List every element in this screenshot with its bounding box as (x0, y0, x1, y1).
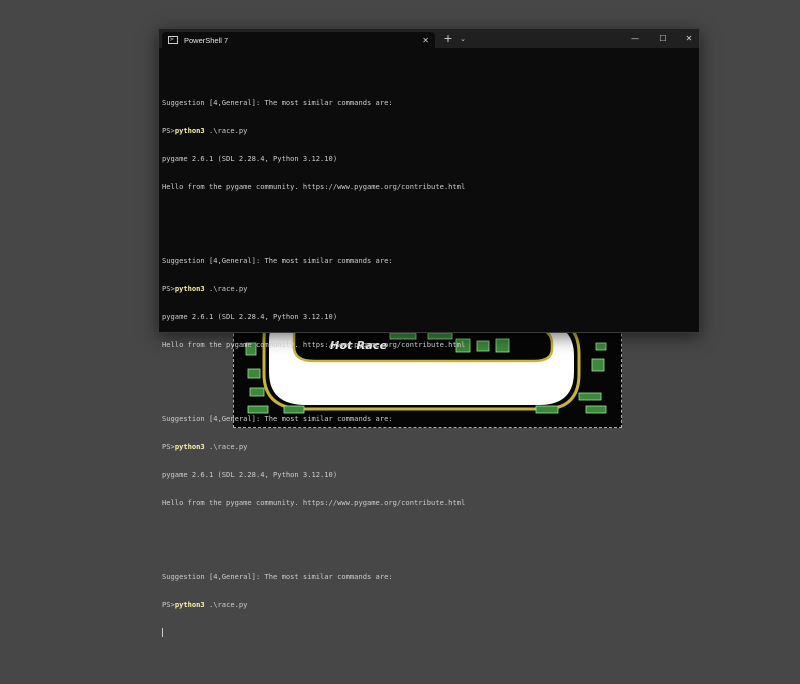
output-block: Suggestion [4,General]: The most similar… (162, 554, 695, 656)
minimize-button[interactable]: — (623, 29, 647, 48)
title-bar[interactable]: > PowerShell 7 ✕ + ⌄ — ☐ ✕ (159, 29, 699, 48)
tab-dropdown-button[interactable]: ⌄ (457, 32, 469, 46)
terminal-window[interactable]: > PowerShell 7 ✕ + ⌄ — ☐ ✕ Suggestion [4… (158, 28, 700, 638)
suggestion-line: Suggestion [4,General]: The most similar… (162, 98, 393, 108)
suggestion-line: Suggestion [4,General]: The most similar… (162, 256, 393, 266)
command-args: .\race.py (204, 600, 248, 610)
command: python3 (174, 126, 205, 136)
prompt-line: PS>python3 .\race.py (162, 600, 695, 609)
prompt: PS> (162, 600, 175, 610)
text-cursor (162, 628, 163, 638)
prompt-line: PS>python3 .\race.py (162, 442, 695, 451)
tab-powershell[interactable]: > PowerShell 7 ✕ (162, 32, 435, 48)
powershell-icon: > (168, 36, 178, 44)
command: python3 (174, 600, 205, 610)
prompt: PS> (162, 126, 175, 136)
maximize-button[interactable]: ☐ (651, 29, 675, 48)
suggestion-line: Suggestion [4,General]: The most similar… (162, 414, 393, 424)
output-line: Hello from the pygame community. https:/… (162, 181, 466, 191)
output-block: Suggestion [4,General]: The most similar… (162, 80, 695, 210)
output-block: Suggestion [4,General]: The most similar… (162, 238, 695, 368)
command: python3 (174, 284, 205, 294)
output-line: pygame 2.6.1 (SDL 2.28.4, Python 3.12.10… (162, 470, 338, 480)
output-line: pygame 2.6.1 (SDL 2.28.4, Python 3.12.10… (162, 312, 338, 322)
close-button[interactable]: ✕ (677, 29, 701, 48)
output-block: Suggestion [4,General]: The most similar… (162, 396, 695, 526)
tab-title: PowerShell 7 (184, 35, 229, 45)
output-line: Hello from the pygame community. https:/… (162, 339, 466, 349)
command-args: .\race.py (204, 126, 248, 136)
suggestion-line: Suggestion [4,General]: The most similar… (162, 572, 393, 582)
output-line: Hello from the pygame community. https:/… (162, 497, 466, 507)
tab-close-icon[interactable]: ✕ (422, 36, 429, 45)
prompt: PS> (162, 284, 175, 294)
prompt-line: PS>python3 .\race.py (162, 126, 695, 135)
scrollbar[interactable] (695, 51, 698, 321)
prompt-line: PS>python3 .\race.py (162, 284, 695, 293)
input-line[interactable] (162, 628, 695, 638)
command-args: .\race.py (204, 284, 248, 294)
new-tab-button[interactable]: + (441, 32, 455, 46)
output-line: pygame 2.6.1 (SDL 2.28.4, Python 3.12.10… (162, 153, 338, 163)
terminal-output[interactable]: Suggestion [4,General]: The most similar… (162, 61, 695, 638)
